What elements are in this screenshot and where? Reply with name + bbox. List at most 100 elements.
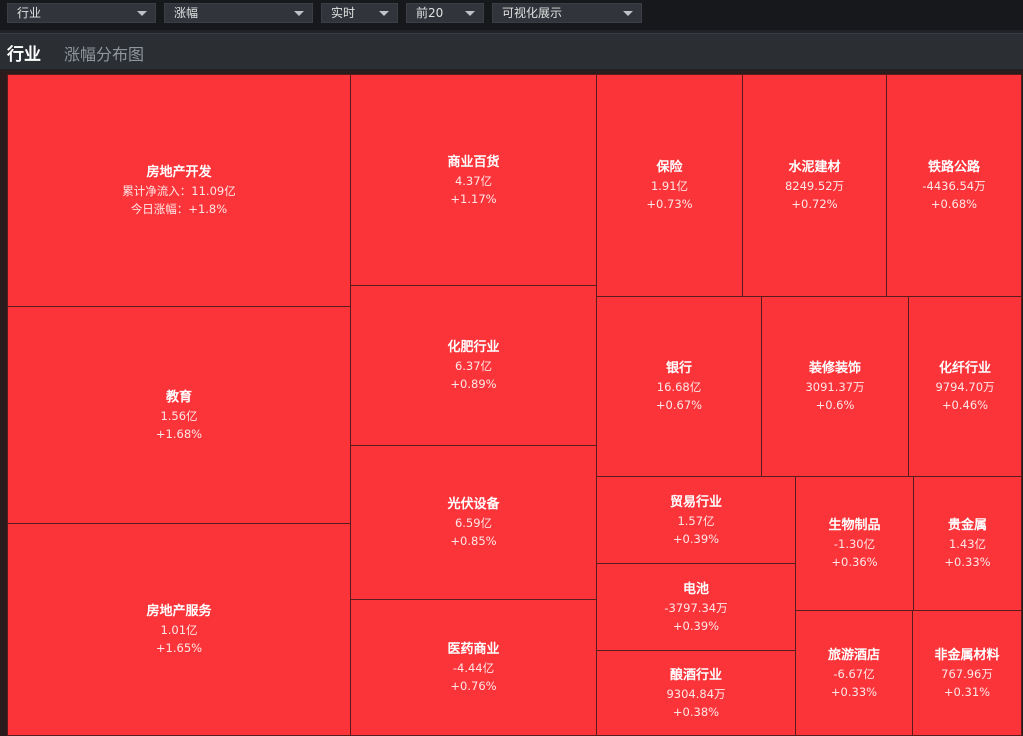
view-mode-dropdown[interactable]: 可视化展示 xyxy=(492,3,642,23)
top-n-dropdown[interactable]: 前20 xyxy=(406,3,484,23)
tile-change: +0.31% xyxy=(943,684,991,699)
tile-change: +0.89% xyxy=(450,377,497,391)
chevron-down-icon xyxy=(137,11,147,16)
tile-change: 今日涨幅：+1.8% xyxy=(130,202,228,216)
tile-net-inflow: 16.68亿 xyxy=(656,380,702,394)
chevron-down-icon xyxy=(379,11,389,16)
industry-treemap: 房地产开发 累计净流入：11.09亿 今日涨幅：+1.8% 教育 1.56亿 +… xyxy=(0,70,1023,736)
treemap-tile-装修装饰[interactable]: 装修装饰 3091.37万 +0.6% xyxy=(761,296,909,477)
tile-name: 光伏设备 xyxy=(447,497,500,512)
treemap-tile-化纤行业[interactable]: 化纤行业 9794.70万 +0.46% xyxy=(908,296,1022,477)
tile-change: +0.39% xyxy=(672,531,720,546)
tile-net-inflow: 累计净流入：11.09亿 xyxy=(122,184,236,198)
tile-name: 贸易行业 xyxy=(669,494,722,510)
chevron-down-icon xyxy=(623,11,633,16)
treemap-tile-旅游酒店[interactable]: 旅游酒店 -6.67亿 +0.33% xyxy=(795,610,913,736)
treemap-tile-保险[interactable]: 保险 1.91亿 +0.73% xyxy=(596,74,743,297)
tile-net-inflow: -1.30亿 xyxy=(833,537,876,551)
treemap-tile-贵金属[interactable]: 贵金属 1.43亿 +0.33% xyxy=(913,476,1022,611)
tile-change: +1.17% xyxy=(450,191,497,206)
tile-net-inflow: 1.01亿 xyxy=(160,623,198,637)
chevron-down-icon xyxy=(465,11,475,16)
treemap-tile-医药商业[interactable]: 医药商业 -4.44亿 +0.76% xyxy=(350,599,597,736)
tile-name: 商业百货 xyxy=(447,154,500,170)
period-dropdown[interactable]: 实时 xyxy=(321,3,398,23)
treemap-tile-铁路公路[interactable]: 铁路公路 -4436.54万 +0.68% xyxy=(886,74,1022,297)
category-dropdown[interactable]: 行业 xyxy=(7,3,156,23)
tile-net-inflow: -3797.34万 xyxy=(664,600,728,615)
metric-dropdown[interactable]: 涨幅 xyxy=(164,3,313,23)
treemap-tile-商业百货[interactable]: 商业百货 4.37亿 +1.17% xyxy=(350,74,597,286)
tile-net-inflow: 6.37亿 xyxy=(454,359,493,373)
tile-name: 装修装饰 xyxy=(808,361,861,376)
treemap-tile-房地产开发[interactable]: 房地产开发 累计净流入：11.09亿 今日涨幅：+1.8% xyxy=(7,74,351,307)
treemap-tile-水泥建材[interactable]: 水泥建材 8249.52万 +0.72% xyxy=(742,74,887,297)
tile-net-inflow: -4.44亿 xyxy=(452,661,495,675)
treemap-tile-银行[interactable]: 银行 16.68亿 +0.67% xyxy=(596,296,762,477)
tile-name: 教育 xyxy=(165,389,192,405)
treemap-tile-化肥行业[interactable]: 化肥行业 6.37亿 +0.89% xyxy=(350,285,597,446)
tile-change: +0.67% xyxy=(655,398,703,412)
tile-net-inflow: 4.37亿 xyxy=(454,173,493,188)
tile-name: 银行 xyxy=(665,361,692,376)
tile-change: +0.36% xyxy=(831,555,878,569)
metric-dropdown-value: 涨幅 xyxy=(174,6,199,20)
treemap-tile-酿酒行业[interactable]: 酿酒行业 9304.84万 +0.38% xyxy=(596,650,796,736)
tile-net-inflow: 1.43亿 xyxy=(948,537,987,551)
tile-change: +0.6% xyxy=(815,398,855,412)
tile-change: +1.65% xyxy=(155,641,203,655)
tile-change: +0.73% xyxy=(646,197,693,211)
category-dropdown-value: 行业 xyxy=(17,6,42,20)
tile-net-inflow: 1.91亿 xyxy=(650,179,689,193)
treemap-tile-非金属材料[interactable]: 非金属材料 767.96万 +0.31% xyxy=(912,610,1022,736)
tile-net-inflow: -6.67亿 xyxy=(833,666,875,681)
page-header: 行业 涨幅分布图 xyxy=(0,33,1023,69)
tile-change: +0.85% xyxy=(450,534,497,548)
tile-change: +0.39% xyxy=(672,618,720,633)
tile-name: 水泥建材 xyxy=(788,160,841,175)
view-mode-dropdown-value: 可视化展示 xyxy=(502,6,563,20)
period-dropdown-value: 实时 xyxy=(331,6,356,20)
tile-change: +0.72% xyxy=(791,197,838,211)
tile-net-inflow: 1.57亿 xyxy=(677,513,715,528)
treemap-tile-电池[interactable]: 电池 -3797.34万 +0.39% xyxy=(596,563,796,651)
tile-name: 贵金属 xyxy=(947,518,987,533)
tile-net-inflow: 9304.84万 xyxy=(666,686,726,701)
treemap-tile-光伏设备[interactable]: 光伏设备 6.59亿 +0.85% xyxy=(350,445,597,600)
tile-change: +0.68% xyxy=(930,197,978,211)
tile-net-inflow: 8249.52万 xyxy=(784,179,845,193)
tile-name: 旅游酒店 xyxy=(827,647,880,663)
treemap-tile-房地产服务[interactable]: 房地产服务 1.01亿 +1.65% xyxy=(7,523,351,736)
chevron-down-icon xyxy=(294,11,304,16)
tile-change: +0.46% xyxy=(941,398,989,412)
tile-change: +0.33% xyxy=(830,684,878,699)
tile-name: 房地产开发 xyxy=(146,165,212,180)
tile-net-inflow: 3091.37万 xyxy=(805,380,865,394)
tile-net-inflow: 6.59亿 xyxy=(454,516,493,530)
treemap-tile-贸易行业[interactable]: 贸易行业 1.57亿 +0.39% xyxy=(596,476,796,564)
treemap-tile-生物制品[interactable]: 生物制品 -1.30亿 +0.36% xyxy=(795,476,914,611)
tile-change: +1.68% xyxy=(155,426,203,441)
tile-name: 生物制品 xyxy=(828,518,881,533)
tile-name: 酿酒行业 xyxy=(669,667,722,683)
tile-net-inflow: 1.56亿 xyxy=(160,408,198,423)
tile-net-inflow: -4436.54万 xyxy=(922,179,986,193)
tile-name: 化肥行业 xyxy=(447,340,500,355)
treemap-tile-教育[interactable]: 教育 1.56亿 +1.68% xyxy=(7,306,351,524)
tile-name: 非金属材料 xyxy=(934,647,1000,663)
tile-name: 医药商业 xyxy=(447,642,500,657)
tile-net-inflow: 767.96万 xyxy=(941,666,993,681)
tile-change: +0.76% xyxy=(450,679,497,693)
tile-name: 铁路公路 xyxy=(927,160,980,175)
tile-name: 房地产服务 xyxy=(146,604,212,619)
tile-net-inflow: 9794.70万 xyxy=(935,380,995,394)
tile-change: +0.33% xyxy=(944,555,991,569)
page-subtitle: 涨幅分布图 xyxy=(64,45,145,64)
page-title: 行业 xyxy=(7,45,41,65)
tile-name: 电池 xyxy=(682,581,709,597)
tile-name: 化纤行业 xyxy=(938,361,991,376)
filter-toolbar: 行业 涨幅 实时 前20 可视化展示 xyxy=(0,0,1023,30)
tile-change: +0.38% xyxy=(672,704,720,719)
tile-name: 保险 xyxy=(656,160,683,175)
top-n-dropdown-value: 前20 xyxy=(416,6,444,20)
